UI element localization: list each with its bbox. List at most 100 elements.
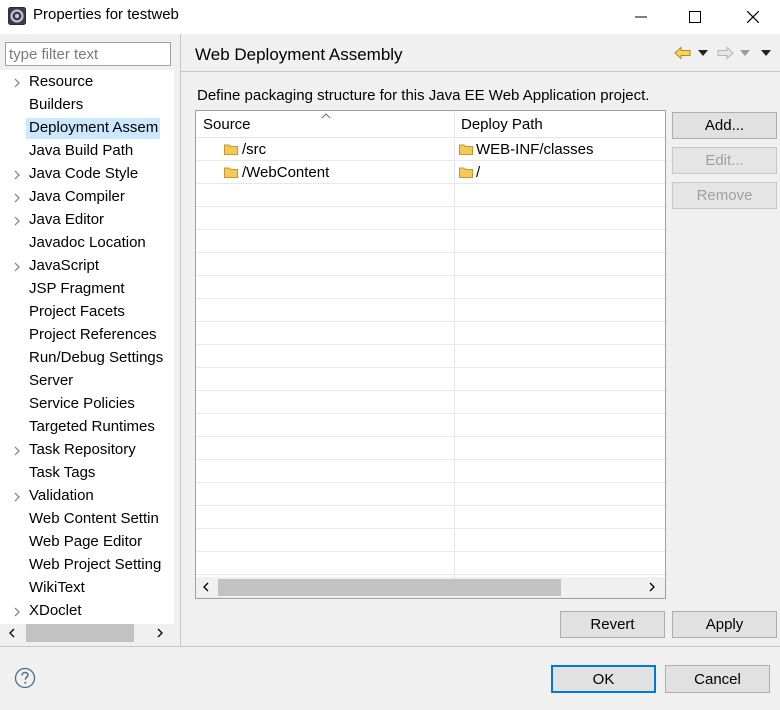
- tree-item[interactable]: Deployment Assem: [0, 117, 174, 140]
- close-button[interactable]: [730, 0, 776, 34]
- table-row[interactable]: [196, 230, 665, 253]
- tree-item-label: Server: [29, 372, 74, 389]
- tree-item[interactable]: Java Build Path: [0, 140, 174, 163]
- table-row[interactable]: [196, 414, 665, 437]
- add-button[interactable]: Add...: [672, 112, 777, 139]
- table-row[interactable]: [196, 322, 665, 345]
- tree-item[interactable]: XDoclet: [0, 600, 174, 623]
- table-header: Source Deploy Path: [196, 111, 665, 138]
- table-row[interactable]: [196, 552, 665, 575]
- table-row[interactable]: [196, 460, 665, 483]
- help-icon[interactable]: [14, 667, 36, 689]
- chevron-right-icon[interactable]: [12, 489, 22, 503]
- folder-icon: [459, 167, 473, 178]
- tree-item-label: Web Page Editor: [29, 533, 143, 550]
- sort-ascending-icon: [321, 113, 331, 119]
- tree-item[interactable]: Task Repository: [0, 439, 174, 462]
- chevron-right-icon[interactable]: [12, 75, 22, 89]
- tree-item[interactable]: Builders: [0, 94, 174, 117]
- table-row[interactable]: [196, 391, 665, 414]
- tree-item[interactable]: JavaScript: [0, 255, 174, 278]
- page-title: Web Deployment Assembly: [195, 45, 403, 64]
- tree-item[interactable]: Javadoc Location: [0, 232, 174, 255]
- cancel-button[interactable]: Cancel: [665, 665, 770, 693]
- ok-button[interactable]: OK: [551, 665, 656, 693]
- chevron-right-icon[interactable]: [12, 259, 22, 273]
- filter-field[interactable]: [5, 42, 171, 66]
- minimize-button[interactable]: [618, 0, 664, 34]
- table-row[interactable]: [196, 368, 665, 391]
- tree-item-label: Service Policies: [29, 395, 135, 412]
- folder-icon: [459, 144, 473, 155]
- tree-item[interactable]: Web Page Editor: [0, 531, 174, 554]
- table-horizontal-scrollbar[interactable]: [196, 577, 665, 598]
- view-menu-icon[interactable]: [761, 50, 771, 56]
- scrollbar-thumb[interactable]: [218, 579, 561, 596]
- property-page-tree[interactable]: Resource Builders Deployment Assem Java Bui…: [0, 70, 174, 624]
- table-row[interactable]: [196, 345, 665, 368]
- tree-item[interactable]: Java Editor: [0, 209, 174, 232]
- tree-item[interactable]: Task Tags: [0, 462, 174, 485]
- source-cell: /src: [242, 141, 267, 158]
- dialog-separator: [0, 646, 780, 647]
- tree-item[interactable]: Project Facets: [0, 301, 174, 324]
- table-row[interactable]: [196, 299, 665, 322]
- folder-icon: [224, 144, 238, 155]
- tree-item[interactable]: Run/Debug Settings: [0, 347, 174, 370]
- scroll-left-icon[interactable]: [8, 628, 16, 638]
- tree-item[interactable]: Validation: [0, 485, 174, 508]
- tree-item[interactable]: JSP Fragment: [0, 278, 174, 301]
- back-arrow-icon[interactable]: [674, 46, 692, 60]
- tree-item[interactable]: Web Content Settin: [0, 508, 174, 531]
- scrollbar-thumb[interactable]: [26, 624, 134, 642]
- tree-item[interactable]: Java Code Style: [0, 163, 174, 186]
- table-row[interactable]: [196, 253, 665, 276]
- scroll-right-icon[interactable]: [648, 582, 656, 592]
- edit-button[interactable]: Edit...: [672, 147, 777, 174]
- chevron-right-icon[interactable]: [12, 167, 22, 181]
- tree-item-label: Javadoc Location: [29, 234, 146, 251]
- tree-item[interactable]: Java Compiler: [0, 186, 174, 209]
- eclipse-gear-icon: [8, 7, 26, 25]
- apply-button[interactable]: Apply: [672, 611, 777, 638]
- pane-divider[interactable]: [180, 34, 181, 646]
- maximize-button[interactable]: [672, 0, 718, 34]
- chevron-right-icon[interactable]: [12, 190, 22, 204]
- assembly-table[interactable]: Source Deploy Path /src WEB-INF/classes/W…: [195, 110, 666, 599]
- tree-item[interactable]: WikiText: [0, 577, 174, 600]
- revert-button[interactable]: Revert: [560, 611, 665, 638]
- tree-item-label: Targeted Runtimes: [29, 418, 155, 435]
- column-header-deploy-path[interactable]: Deploy Path: [461, 116, 543, 133]
- tree-item[interactable]: Server: [0, 370, 174, 393]
- tree-item[interactable]: Web Project Setting: [0, 554, 174, 577]
- chevron-right-icon[interactable]: [12, 213, 22, 227]
- chevron-right-icon[interactable]: [12, 604, 22, 618]
- table-row[interactable]: /WebContent /: [196, 161, 665, 184]
- column-header-source[interactable]: Source: [203, 116, 251, 133]
- tree-item[interactable]: Project References: [0, 324, 174, 347]
- forward-dropdown-icon: [740, 50, 750, 56]
- tree-item[interactable]: Resource: [0, 71, 174, 94]
- tree-item-label: Builders: [29, 96, 84, 113]
- remove-button[interactable]: Remove: [672, 182, 777, 209]
- back-dropdown-icon[interactable]: [698, 50, 708, 56]
- tree-item-label: Java Build Path: [29, 142, 134, 159]
- chevron-right-icon[interactable]: [12, 443, 22, 457]
- close-icon: [747, 11, 759, 23]
- table-row[interactable]: [196, 506, 665, 529]
- table-row[interactable]: [196, 529, 665, 552]
- table-row[interactable]: [196, 437, 665, 460]
- table-row[interactable]: [196, 276, 665, 299]
- scroll-left-icon[interactable]: [202, 582, 210, 592]
- tree-item[interactable]: Targeted Runtimes: [0, 416, 174, 439]
- table-row[interactable]: /src WEB-INF/classes: [196, 138, 665, 161]
- scroll-right-icon[interactable]: [156, 628, 164, 638]
- table-row[interactable]: [196, 207, 665, 230]
- table-row[interactable]: [196, 184, 665, 207]
- tree-horizontal-scrollbar[interactable]: [4, 624, 172, 642]
- filter-input[interactable]: [6, 43, 170, 65]
- maximize-icon: [689, 11, 701, 23]
- table-row[interactable]: [196, 483, 665, 506]
- tree-item[interactable]: Service Policies: [0, 393, 174, 416]
- source-cell: /WebContent: [242, 164, 330, 181]
